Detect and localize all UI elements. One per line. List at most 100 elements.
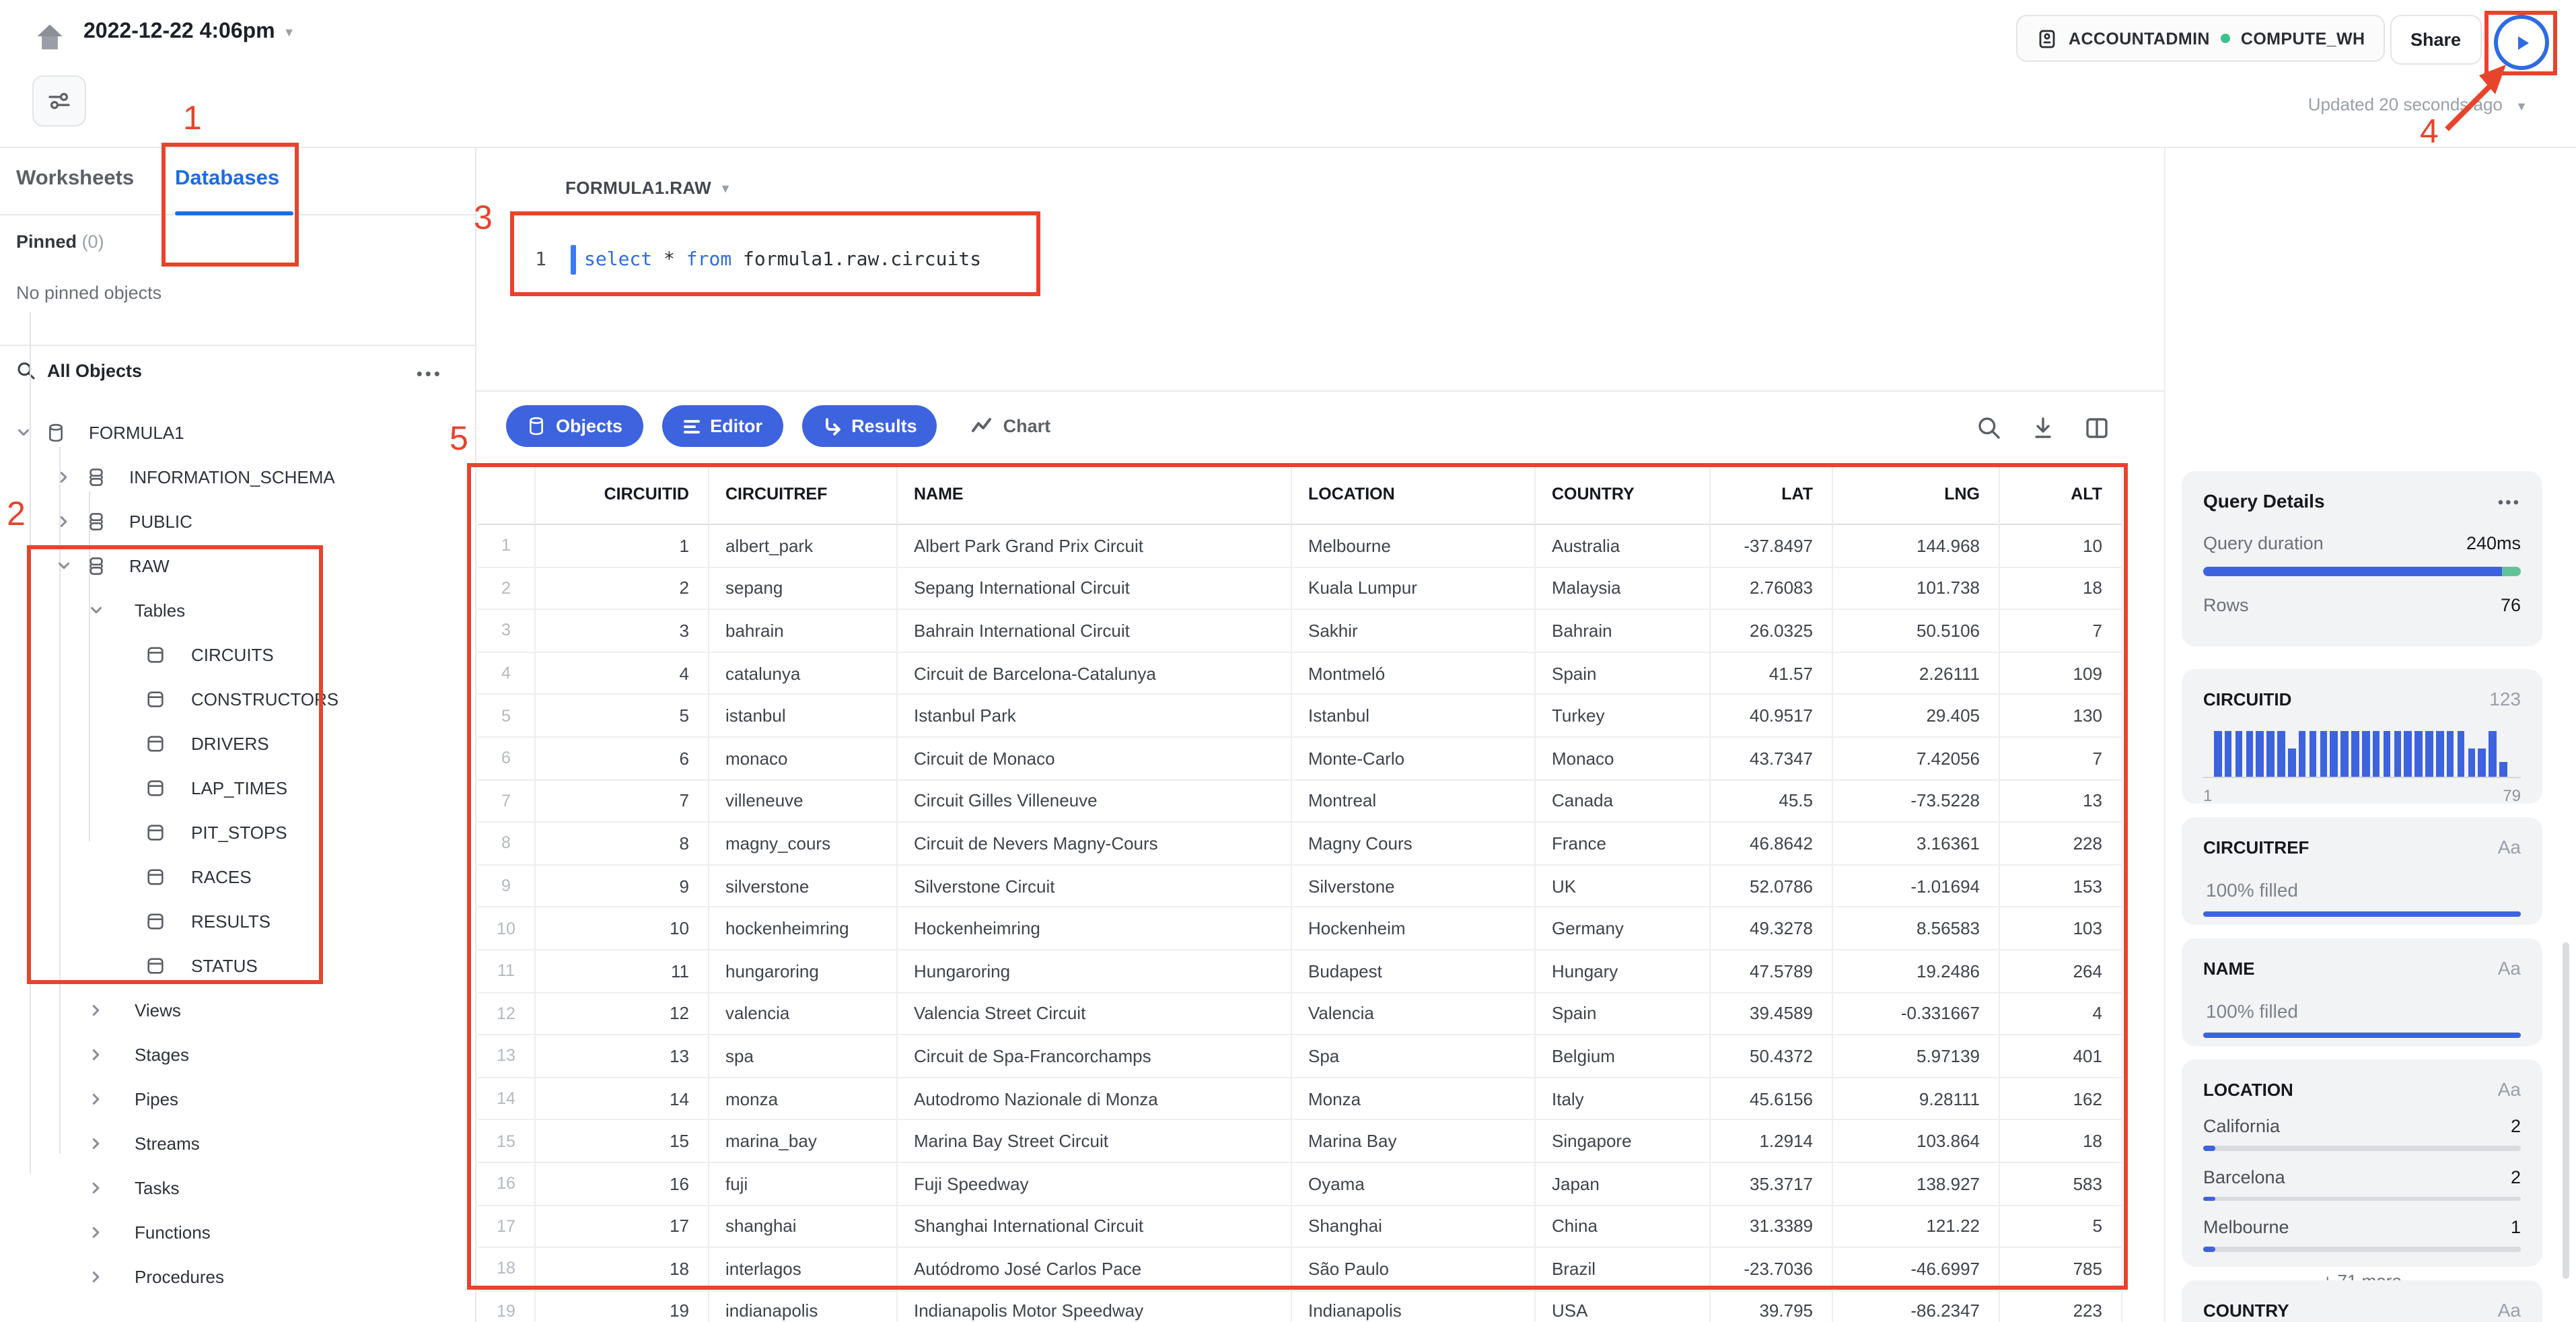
cell[interactable]: monaco xyxy=(709,737,898,781)
cell[interactable]: Malaysia xyxy=(1536,567,1711,611)
cell[interactable]: fuji xyxy=(709,1162,898,1206)
cell[interactable]: Silverstone Circuit xyxy=(898,865,1292,908)
chevron-down-icon[interactable] xyxy=(16,425,31,440)
cell[interactable]: USA xyxy=(1536,1290,1711,1322)
cell[interactable]: 46.8642 xyxy=(1711,823,1833,866)
chevron-right-icon[interactable] xyxy=(57,514,71,529)
cell[interactable]: 19 xyxy=(536,1290,709,1322)
tree-item-information_schema[interactable]: INFORMATION_SCHEMA xyxy=(0,455,475,499)
updated-status[interactable]: Updated 20 seconds ago ▼ xyxy=(2308,94,2528,114)
tree-item-raw[interactable]: RAW xyxy=(0,544,475,588)
chevron-right-icon[interactable] xyxy=(89,1136,104,1151)
cell[interactable]: China xyxy=(1536,1206,1711,1249)
cell[interactable]: 11 xyxy=(536,950,709,994)
cell[interactable]: 264 xyxy=(2000,950,2122,994)
cell[interactable]: indianapolis xyxy=(709,1290,898,1322)
cell[interactable]: UK xyxy=(1536,865,1711,908)
object-search[interactable]: All Objects xyxy=(16,361,142,381)
cell[interactable]: 19.2486 xyxy=(1833,950,2000,994)
card-menu-button[interactable]: ••• xyxy=(2498,493,2521,512)
cell[interactable]: albert_park xyxy=(709,525,898,568)
column-header-location[interactable]: LOCATION xyxy=(1292,464,1536,525)
tree-item-circuits[interactable]: CIRCUITS xyxy=(0,633,475,677)
cell[interactable]: 223 xyxy=(2000,1290,2122,1322)
cell[interactable]: hockenheimring xyxy=(709,907,898,950)
cell[interactable]: 50.4372 xyxy=(1711,1035,1833,1078)
cell[interactable]: 785 xyxy=(2000,1248,2122,1291)
view-toggle-results[interactable]: Results xyxy=(801,405,937,447)
sidebar-menu-button[interactable]: ••• xyxy=(417,363,443,384)
tree-item-constructors[interactable]: CONSTRUCTORS xyxy=(0,677,475,722)
cell[interactable]: 39.4589 xyxy=(1711,993,1833,1036)
cell[interactable]: 47.5789 xyxy=(1711,950,1833,994)
download-button[interactable] xyxy=(2030,415,2056,442)
share-button[interactable]: Share xyxy=(2390,15,2482,65)
chevron-right-icon[interactable] xyxy=(89,1003,104,1018)
cell[interactable]: silverstone xyxy=(709,865,898,908)
cell[interactable]: Fuji Speedway xyxy=(898,1162,1292,1206)
cell[interactable]: interlagos xyxy=(709,1248,898,1291)
chevron-right-icon[interactable] xyxy=(89,1269,104,1284)
table-row[interactable]: 12 12 valencia Valencia Street Circuit Valen… xyxy=(478,993,2124,1036)
cell[interactable]: Spain xyxy=(1536,652,1711,695)
table-row[interactable]: 7 7 villeneuve Circuit Gilles Villeneuve Mon… xyxy=(478,780,2124,823)
tree-item-lap_times[interactable]: LAP_TIMES xyxy=(0,766,475,810)
cell[interactable]: 35.3717 xyxy=(1711,1162,1833,1206)
cell[interactable]: catalunya xyxy=(709,652,898,695)
column-header-lng[interactable]: LNG xyxy=(1833,464,2000,525)
cell[interactable]: 7.42056 xyxy=(1833,737,2000,781)
view-toggle-objects[interactable]: Objects xyxy=(506,405,643,447)
column-header-name[interactable]: NAME xyxy=(898,464,1292,525)
cell[interactable]: bahrain xyxy=(709,610,898,653)
cell[interactable]: Shanghai xyxy=(1292,1206,1536,1249)
cell[interactable]: 9 xyxy=(536,865,709,908)
cell[interactable]: hungaroring xyxy=(709,950,898,994)
top-value-row[interactable]: Barcelona 2 xyxy=(2203,1167,2521,1201)
cell[interactable]: 101.738 xyxy=(1833,567,2000,611)
cell[interactable]: Singapore xyxy=(1536,1120,1711,1163)
table-row[interactable]: 19 19 indianapolis Indianapolis Motor Speed… xyxy=(478,1290,2124,1322)
cell[interactable]: Valencia Street Circuit xyxy=(898,993,1292,1036)
chevron-right-icon[interactable] xyxy=(89,1225,104,1240)
view-toggle-chart[interactable]: Chart xyxy=(964,416,1059,436)
cell[interactable]: Monaco xyxy=(1536,737,1711,781)
cell[interactable]: Kuala Lumpur xyxy=(1292,567,1536,611)
tree-item-tables[interactable]: Tables xyxy=(0,588,475,633)
context-selector[interactable]: ACCOUNTADMIN COMPUTE_WH xyxy=(2016,15,2386,62)
cell[interactable]: -0.331667 xyxy=(1833,993,2000,1036)
tree-item-races[interactable]: RACES xyxy=(0,855,475,899)
cell[interactable]: 6 xyxy=(536,737,709,781)
cell[interactable]: Monza xyxy=(1292,1078,1536,1121)
cell[interactable]: 4 xyxy=(536,652,709,695)
table-row[interactable]: 15 15 marina_bay Marina Bay Street Circuit M… xyxy=(478,1120,2124,1163)
cell[interactable]: Istanbul xyxy=(1292,695,1536,738)
cell[interactable]: Montmeló xyxy=(1292,652,1536,695)
top-value-row[interactable]: California 2 xyxy=(2203,1116,2521,1150)
cell[interactable]: -37.8497 xyxy=(1711,525,1833,568)
cell[interactable]: 18 xyxy=(536,1248,709,1291)
cell[interactable]: 1.2914 xyxy=(1711,1120,1833,1163)
split-panel-button[interactable] xyxy=(2083,415,2110,442)
cell[interactable]: Shanghai International Circuit xyxy=(898,1206,1292,1249)
cell[interactable]: 3.16361 xyxy=(1833,823,2000,866)
cell[interactable]: -46.6997 xyxy=(1833,1248,2000,1291)
cell[interactable]: 1 xyxy=(536,525,709,568)
cell[interactable]: 15 xyxy=(536,1120,709,1163)
cell[interactable]: 3 xyxy=(536,610,709,653)
view-toggle-editor[interactable]: Editor xyxy=(661,405,783,447)
worksheet-title[interactable]: 2022-12-22 4:06pm ▼ xyxy=(83,20,295,44)
cell[interactable]: magny_cours xyxy=(709,823,898,866)
table-row[interactable]: 10 10 hockenheimring Hockenheimring Hockenhe… xyxy=(478,907,2124,950)
table-row[interactable]: 8 8 magny_cours Circuit de Nevers Magny-Cou… xyxy=(478,823,2124,866)
column-header-lat[interactable]: LAT xyxy=(1711,464,1833,525)
column-header-country[interactable]: COUNTRY xyxy=(1536,464,1711,525)
filters-button[interactable] xyxy=(32,75,86,127)
cell[interactable]: 13 xyxy=(2000,780,2122,823)
cell[interactable]: 13 xyxy=(536,1035,709,1078)
cell[interactable]: France xyxy=(1536,823,1711,866)
tree-item-tasks[interactable]: Tasks xyxy=(0,1166,475,1210)
tree-item-snowflake[interactable]: SNOWFLAKE xyxy=(0,1314,475,1322)
cell[interactable]: 401 xyxy=(2000,1035,2122,1078)
cell[interactable]: Marina Bay Street Circuit xyxy=(898,1120,1292,1163)
cell[interactable]: 45.5 xyxy=(1711,780,1833,823)
